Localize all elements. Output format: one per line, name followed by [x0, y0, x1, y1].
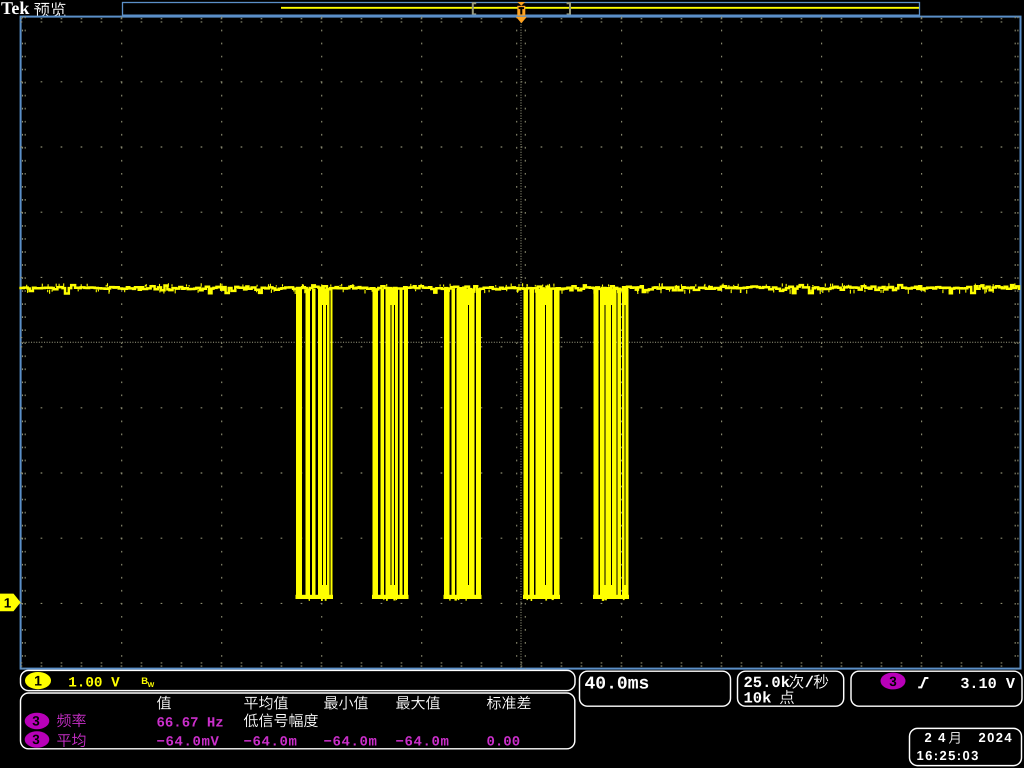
svg-text:−64.0m: −64.0m — [324, 735, 378, 751]
svg-text:1.00 V: 1.00 V — [68, 676, 120, 692]
svg-text:0.00: 0.00 — [487, 735, 521, 751]
svg-text:−64.0m: −64.0m — [396, 735, 450, 751]
svg-text:3.10 V: 3.10 V — [960, 675, 1016, 693]
svg-text:40.0ms: 40.0ms — [585, 674, 650, 694]
svg-text:16:25:03: 16:25:03 — [917, 748, 980, 763]
svg-text:W: W — [148, 682, 155, 689]
svg-text:Tek: Tek — [1, 0, 29, 18]
svg-text:10k: 10k — [744, 690, 772, 708]
svg-text:1: 1 — [34, 673, 42, 689]
svg-text:2 4: 2 4 — [925, 730, 947, 745]
svg-text:−64.0mV: −64.0mV — [157, 735, 220, 751]
svg-text:−64.0m: −64.0m — [244, 735, 298, 751]
svg-text:1: 1 — [4, 595, 12, 610]
svg-text:3: 3 — [32, 714, 40, 729]
svg-text:66.67 Hz: 66.67 Hz — [157, 716, 224, 732]
svg-text:2024: 2024 — [979, 730, 1014, 745]
svg-text:3: 3 — [32, 732, 40, 747]
svg-text:/: / — [805, 674, 814, 692]
svg-text:3: 3 — [889, 674, 897, 689]
